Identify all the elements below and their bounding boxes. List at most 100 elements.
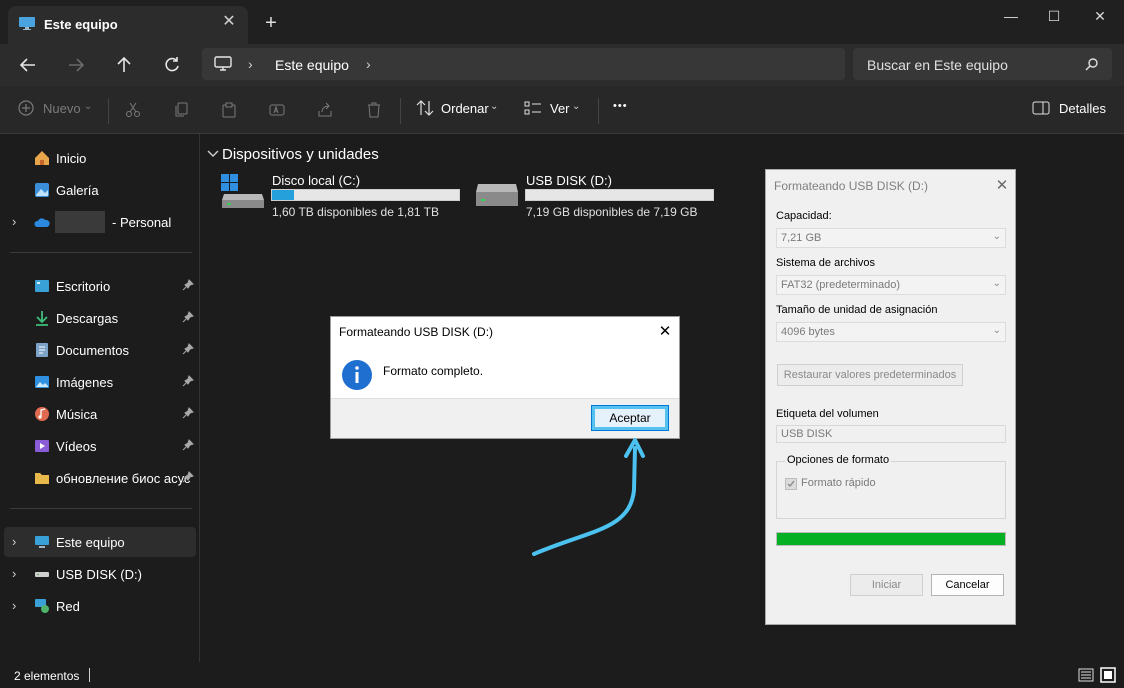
details-button[interactable]: Detalles [1032, 100, 1112, 120]
paste-icon[interactable] [221, 100, 237, 120]
drive-name[interactable]: Disco local (C:) [272, 173, 360, 188]
navigation-bar: › Este equipo › Buscar en Este equipo [0, 44, 1124, 86]
usb-drive-icon[interactable] [474, 182, 520, 210]
drive-name[interactable]: USB DISK (D:) [526, 173, 612, 188]
tab-este-equipo[interactable]: Este equipo ✕ [8, 6, 248, 44]
details-view-icon[interactable] [1078, 668, 1094, 682]
sidebar-item-label: Escritorio [56, 279, 111, 294]
info-icon [342, 360, 372, 390]
refresh-icon[interactable] [158, 52, 186, 78]
pin-icon[interactable] [182, 439, 194, 451]
section-title[interactable]: Dispositivos y unidades [222, 146, 379, 163]
redacted-account-name [55, 211, 105, 233]
chevron-right-icon[interactable]: › [12, 214, 16, 229]
quick-format-label: Formato rápido [801, 477, 876, 489]
status-bar: 2 elementos [0, 662, 1124, 688]
sidebar-item-inicio[interactable]: Inicio [4, 143, 196, 173]
chevron-down-icon: ⌄ [84, 101, 93, 112]
cut-icon[interactable] [125, 100, 141, 120]
sort-button[interactable]: Ordenar ⌄ [416, 100, 502, 120]
restore-defaults-button[interactable]: Restaurar valores predeterminados [777, 364, 963, 386]
pin-icon[interactable] [182, 343, 194, 355]
sidebar-item-musica[interactable]: Música [4, 399, 196, 429]
chevron-right-icon[interactable]: › [248, 56, 253, 72]
close-icon[interactable]: ✕ [657, 322, 673, 340]
volume-label-input[interactable]: USB DISK [776, 425, 1006, 443]
search-input[interactable]: Buscar en Este equipo [867, 57, 1008, 73]
chevron-right-icon[interactable]: › [12, 598, 16, 613]
annotation-arrow [532, 438, 645, 556]
pin-icon[interactable] [182, 311, 194, 323]
folder-icon [35, 473, 49, 484]
back-icon[interactable] [14, 52, 42, 78]
breadcrumb-current[interactable]: Este equipo [275, 57, 349, 73]
sidebar-item-usb-disk[interactable]: › USB DISK (D:) [4, 559, 196, 589]
start-button[interactable]: Iniciar [850, 574, 923, 596]
address-bar[interactable]: › Este equipo › [202, 48, 845, 80]
hard-drive-windows-icon[interactable] [220, 174, 266, 210]
sidebar-item-red[interactable]: › Red [4, 591, 196, 621]
sidebar-item-label: Red [56, 599, 80, 614]
new-button[interactable]: Nuevo ⌄ [18, 100, 94, 120]
pin-icon[interactable] [182, 471, 194, 483]
up-icon[interactable] [110, 52, 138, 78]
sidebar-item-label: USB DISK (D:) [56, 567, 142, 582]
maximize-button[interactable]: ☐ [1039, 6, 1069, 26]
sidebar-item-videos[interactable]: Vídeos [4, 431, 196, 461]
divider [598, 98, 599, 124]
tab-close-icon[interactable]: ✕ [221, 14, 237, 30]
chevron-down-icon[interactable] [207, 149, 219, 159]
network-icon [35, 599, 49, 613]
quick-format-checkbox[interactable] [785, 478, 797, 490]
more-options-button[interactable]: ••• [613, 100, 628, 120]
desktop-icon [35, 280, 49, 292]
sidebar-item-este-equipo[interactable]: › Este equipo [4, 527, 196, 557]
dialog-title: Formateando USB DISK (D:) [774, 179, 929, 193]
close-icon[interactable]: ✕ [994, 176, 1010, 194]
forward-icon[interactable] [62, 52, 90, 78]
chevron-right-icon[interactable]: › [12, 534, 16, 549]
dialog-titlebar: Formateando USB DISK (D:) ✕ [331, 317, 679, 347]
chevron-right-icon[interactable]: › [366, 56, 371, 72]
computer-icon [214, 56, 232, 71]
rename-icon[interactable] [269, 100, 285, 120]
chevron-right-icon[interactable]: › [12, 566, 16, 581]
sidebar-item-escritorio[interactable]: Escritorio [4, 271, 196, 301]
sidebar-item-imagenes[interactable]: Imágenes [4, 367, 196, 397]
details-pane-icon [1032, 101, 1050, 115]
pin-icon[interactable] [182, 407, 194, 419]
ok-button[interactable]: Aceptar [591, 405, 669, 431]
drive-usage-fill [272, 190, 295, 200]
filesystem-select[interactable]: FAT32 (predeterminado) ⌄ [776, 275, 1006, 295]
allocation-select[interactable]: 4096 bytes ⌄ [776, 322, 1006, 342]
share-icon[interactable] [317, 100, 333, 120]
close-button[interactable]: ✕ [1085, 6, 1115, 26]
download-icon [36, 311, 48, 326]
delete-icon[interactable] [366, 100, 382, 120]
tiles-view-icon[interactable] [1100, 667, 1116, 683]
sidebar-item-label: Galería [56, 183, 99, 198]
command-bar: Nuevo ⌄ Ordenar ⌄ Ver ⌄ ••• Detalles [0, 86, 1124, 134]
new-tab-button[interactable]: + [262, 13, 280, 33]
video-icon [35, 440, 49, 452]
copy-icon[interactable] [173, 100, 189, 120]
sidebar-item-galeria[interactable]: Galería [4, 175, 196, 205]
minimize-button[interactable]: — [996, 6, 1026, 26]
sidebar-item-descargas[interactable]: Descargas [4, 303, 196, 333]
tab-title: Este equipo [44, 17, 118, 32]
plus-circle-icon [18, 100, 34, 116]
capacity-select[interactable]: 7,21 GB ⌄ [776, 228, 1006, 248]
new-label: Nuevo [43, 101, 81, 116]
view-button[interactable]: Ver ⌄ [524, 100, 584, 120]
sidebar-item-onedrive[interactable]: › - Personal [4, 207, 196, 237]
cancel-button[interactable]: Cancelar [931, 574, 1004, 596]
view-icon [524, 101, 541, 115]
pin-icon[interactable] [182, 375, 194, 387]
sidebar-item-folder-bios[interactable]: обновление биос асус [4, 463, 196, 493]
sidebar-item-label: обновление биос асус [56, 471, 191, 486]
computer-icon [35, 536, 49, 548]
pin-icon[interactable] [182, 279, 194, 291]
search-box[interactable]: Buscar en Este equipo [853, 48, 1112, 80]
divider [108, 98, 109, 124]
sidebar-item-documentos[interactable]: Documentos [4, 335, 196, 365]
